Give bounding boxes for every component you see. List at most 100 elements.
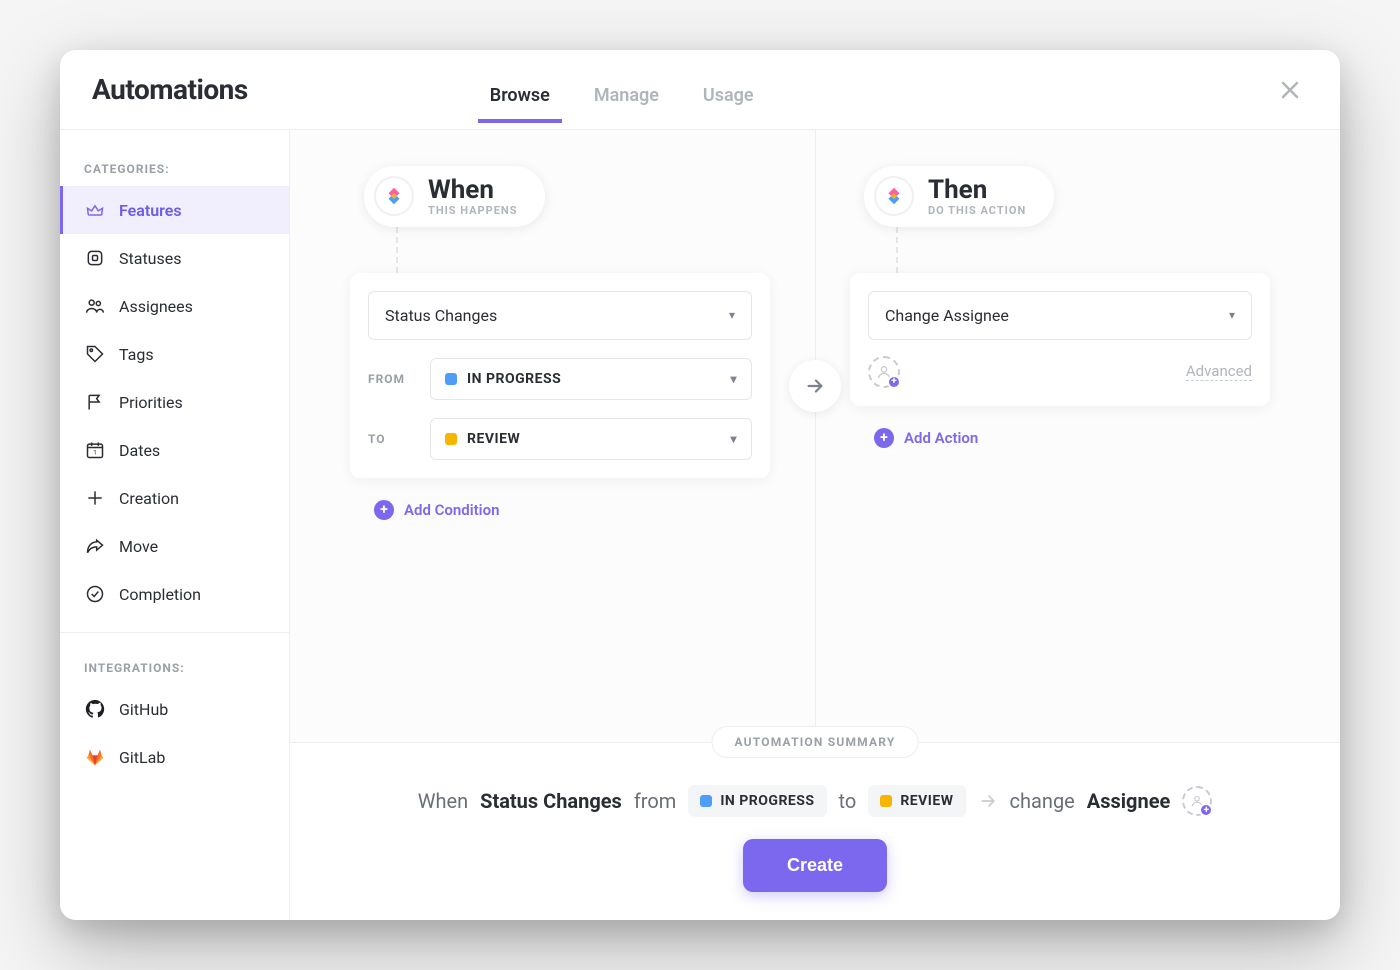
sidebar-item-label: Features: [119, 201, 182, 220]
sidebar-item-features[interactable]: Features: [60, 186, 289, 234]
sidebar-item-label: Creation: [119, 489, 179, 508]
sidebar-item-label: Statuses: [119, 249, 182, 268]
trigger-select[interactable]: Status Changes ▾: [368, 291, 752, 340]
when-pill: When THIS HAPPENS: [364, 166, 545, 227]
sidebar-item-creation[interactable]: Creation: [60, 474, 289, 522]
tag-icon: [85, 344, 105, 364]
from-row: FROM IN PROGRESS ▾: [368, 358, 752, 400]
chevron-down-icon: ▾: [729, 308, 735, 322]
advanced-link[interactable]: Advanced: [1186, 362, 1252, 381]
summary-to-word: to: [839, 789, 857, 813]
sidebar-item-github[interactable]: GitHub: [60, 685, 289, 733]
to-label: TO: [368, 432, 416, 446]
plus-circle-icon: +: [874, 428, 894, 448]
summary-badge: AUTOMATION SUMMARY: [712, 726, 919, 758]
sidebar-item-statuses[interactable]: Statuses: [60, 234, 289, 282]
modal-header: Automations Browse Manage Usage: [60, 50, 1340, 130]
crown-icon: [85, 200, 105, 220]
summary-to-chip: REVIEW: [868, 785, 965, 817]
from-label: FROM: [368, 372, 416, 386]
to-status-select[interactable]: REVIEW ▾: [430, 418, 752, 460]
add-assignee-button[interactable]: +: [868, 356, 900, 388]
sidebar-item-gitlab[interactable]: GitLab: [60, 733, 289, 781]
summary-change-word: change: [1010, 789, 1075, 813]
action-select-value: Change Assignee: [885, 306, 1009, 325]
then-title: Then: [928, 176, 1026, 205]
then-pill: Then DO THIS ACTION: [864, 166, 1054, 227]
action-card: Change Assignee ▾ + Advanced: [850, 273, 1270, 406]
create-button[interactable]: Create: [743, 839, 887, 892]
sidebar-item-tags[interactable]: Tags: [60, 330, 289, 378]
summary-from-status: IN PROGRESS: [720, 793, 814, 809]
sidebar-item-label: GitHub: [119, 700, 168, 719]
vertical-divider: [815, 130, 816, 742]
summary-from-chip: IN PROGRESS: [688, 785, 826, 817]
from-status-value: IN PROGRESS: [467, 371, 561, 387]
chevron-down-icon: ▾: [730, 432, 737, 446]
sidebar-item-dates[interactable]: 1 Dates: [60, 426, 289, 474]
summary-target: Assignee: [1087, 789, 1171, 813]
chevron-down-icon: ▾: [730, 372, 737, 386]
summary-from-word: from: [634, 789, 676, 813]
categories-heading: CATEGORIES:: [60, 148, 289, 186]
mini-plus-icon: +: [1199, 803, 1213, 817]
sidebar-item-completion[interactable]: Completion: [60, 570, 289, 618]
share-arrow-icon: [85, 536, 105, 556]
plus-icon: [85, 488, 105, 508]
chevron-down-icon: ▾: [1229, 308, 1235, 322]
trigger-select-value: Status Changes: [385, 306, 497, 325]
sidebar-item-assignees[interactable]: Assignees: [60, 282, 289, 330]
sidebar-item-priorities[interactable]: Priorities: [60, 378, 289, 426]
to-status-value: REVIEW: [467, 431, 520, 447]
add-condition-label: Add Condition: [404, 501, 499, 519]
flow-arrow-icon: [789, 360, 841, 412]
sidebar-item-label: Tags: [119, 345, 154, 364]
sidebar: CATEGORIES: Features Statuses Assignees: [60, 130, 290, 920]
clickup-logo-icon: [374, 176, 414, 216]
main-area: When THIS HAPPENS Status Changes ▾ FROM: [290, 130, 1340, 920]
to-row: TO REVIEW ▾: [368, 418, 752, 460]
arrow-right-icon: [978, 791, 998, 811]
tab-usage[interactable]: Usage: [701, 57, 756, 122]
check-circle-icon: [85, 584, 105, 604]
flag-icon: [85, 392, 105, 412]
people-icon: [85, 296, 105, 316]
calendar-icon: 1: [85, 440, 105, 460]
automation-summary: AUTOMATION SUMMARY When Status Changes f…: [290, 742, 1340, 920]
summary-when-word: When: [418, 789, 468, 813]
close-icon[interactable]: [1272, 72, 1308, 108]
tab-manage[interactable]: Manage: [592, 57, 661, 122]
status-color-review: [880, 795, 892, 807]
assignee-row: + Advanced: [868, 356, 1252, 388]
summary-to-status: REVIEW: [900, 793, 953, 809]
sidebar-item-label: Priorities: [119, 393, 183, 412]
header-tabs: Browse Manage Usage: [488, 57, 756, 122]
sidebar-divider: [60, 632, 289, 633]
sidebar-item-label: Dates: [119, 441, 160, 460]
plus-circle-icon: +: [374, 500, 394, 520]
when-subtitle: THIS HAPPENS: [428, 205, 517, 217]
summary-assignee-placeholder[interactable]: +: [1182, 786, 1212, 816]
status-icon: [85, 248, 105, 268]
add-action-button[interactable]: + Add Action: [874, 428, 1300, 448]
page-title: Automations: [92, 73, 248, 106]
sidebar-item-label: GitLab: [119, 748, 165, 767]
status-color-review: [445, 433, 457, 445]
svg-text:1: 1: [93, 449, 97, 457]
then-column: Then DO THIS ACTION Change Assignee ▾: [850, 166, 1300, 742]
github-icon: [85, 699, 105, 719]
from-status-select[interactable]: IN PROGRESS ▾: [430, 358, 752, 400]
tab-browse[interactable]: Browse: [488, 57, 552, 122]
sidebar-item-move[interactable]: Move: [60, 522, 289, 570]
action-select[interactable]: Change Assignee ▾: [868, 291, 1252, 340]
when-title: When: [428, 176, 517, 205]
gitlab-icon: [85, 747, 105, 767]
when-column: When THIS HAPPENS Status Changes ▾ FROM: [350, 166, 800, 742]
status-color-in-progress: [700, 795, 712, 807]
add-action-label: Add Action: [904, 429, 978, 447]
trigger-card: Status Changes ▾ FROM IN PROGRESS ▾: [350, 273, 770, 478]
sidebar-item-label: Move: [119, 537, 158, 556]
add-condition-button[interactable]: + Add Condition: [374, 500, 800, 520]
modal-body: CATEGORIES: Features Statuses Assignees: [60, 130, 1340, 920]
connector-line: [396, 227, 398, 273]
